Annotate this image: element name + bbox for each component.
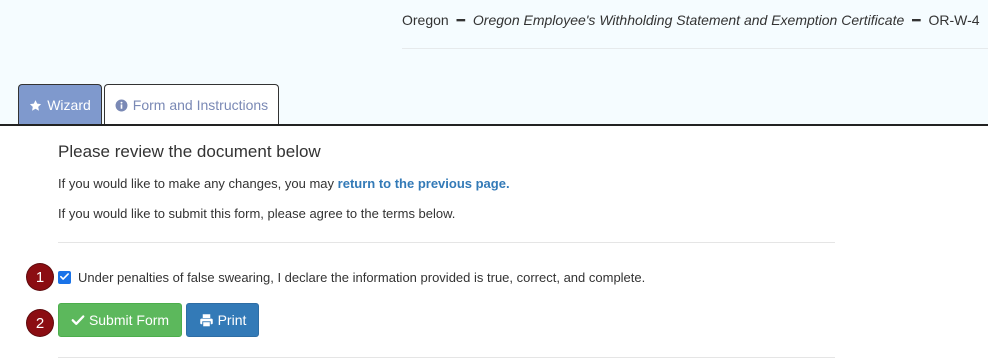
header-divider xyxy=(402,48,988,49)
document-name: Oregon Employee's Withholding Statement … xyxy=(472,12,905,28)
changes-text: If you would like to make any changes, y… xyxy=(58,176,338,191)
tab-form-label: Form and Instructions xyxy=(132,97,269,113)
changes-paragraph: If you would like to make any changes, y… xyxy=(58,176,510,191)
check-icon xyxy=(71,313,85,327)
section-divider-top xyxy=(58,242,835,243)
printer-icon xyxy=(199,313,214,328)
submit-form-label: Submit Form xyxy=(88,312,170,328)
form-code: OR-W-4 xyxy=(928,12,980,28)
agree-checkbox[interactable] xyxy=(58,271,71,284)
step-badge-1: 1 xyxy=(27,264,53,290)
form-title-line: Oregon ━ Oregon Employee's Withholding S… xyxy=(402,12,980,29)
tab-wizard-label: Wizard xyxy=(47,97,91,113)
print-button[interactable]: Print xyxy=(186,303,259,337)
submit-form-button[interactable]: Submit Form xyxy=(58,303,182,337)
agree-checkbox-label[interactable]: Under penalties of false swearing, I dec… xyxy=(78,270,645,285)
info-circle-icon xyxy=(115,99,128,112)
star-icon xyxy=(29,99,42,112)
step-badge-2: 2 xyxy=(27,310,53,336)
title-separator-2: ━ xyxy=(912,12,921,28)
tab-divider xyxy=(0,124,988,126)
tab-form-and-instructions[interactable]: Form and Instructions xyxy=(104,84,279,125)
tab-wizard[interactable]: Wizard xyxy=(18,84,102,125)
submit-instructions: If you would like to submit this form, p… xyxy=(58,206,456,221)
print-label: Print xyxy=(217,312,247,328)
title-separator: ━ xyxy=(456,12,466,28)
state-label: Oregon xyxy=(402,12,449,28)
checkmark-icon xyxy=(59,269,70,287)
return-previous-page-link[interactable]: return to the previous page. xyxy=(338,176,510,191)
review-heading: Please review the document below xyxy=(58,142,321,161)
